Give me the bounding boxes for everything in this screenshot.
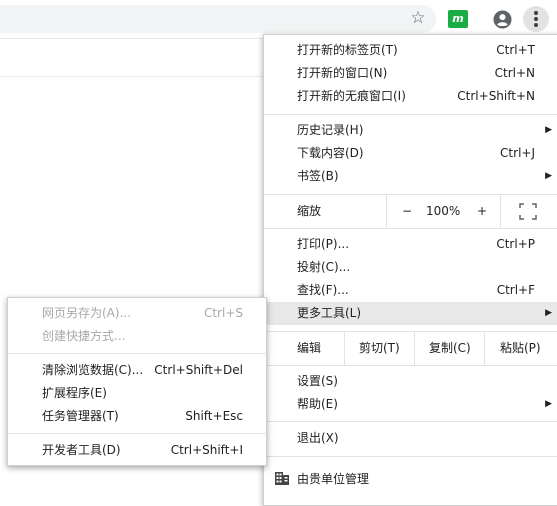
page-area: [0, 39, 270, 76]
menu-item-label: 打印(P)...: [297, 237, 350, 251]
divider: [500, 195, 501, 228]
menu-item-label: 打开新的窗口(N): [297, 66, 388, 80]
menu-item-label: 更多工具(L): [297, 306, 362, 320]
divider: [414, 332, 415, 365]
menu-item-find[interactable]: 查找(F)... Ctrl+F: [264, 279, 557, 302]
menu-separator: [264, 456, 557, 457]
menu-item-label: 由贵单位管理: [297, 472, 370, 486]
edit-label: 编辑: [297, 341, 322, 355]
menu-item-new-tab[interactable]: 打开新的标签页(T) Ctrl+T: [264, 39, 557, 62]
account-icon[interactable]: [493, 10, 512, 29]
menu-item-shortcut: Ctrl+Shift+Del: [154, 363, 243, 377]
menu-item-shortcut: Ctrl+N: [494, 66, 535, 80]
menu-item-label: 扩展程序(E): [42, 386, 107, 400]
menu-item-label: 打开新的标签页(T): [297, 43, 398, 57]
menu-item-label: 历史记录(H): [297, 123, 364, 137]
edit-row: 编辑 剪切(T) 复制(C) 粘贴(P): [264, 332, 557, 365]
chevron-right-icon: ▶: [545, 399, 552, 409]
menu-item-label: 下载内容(D): [297, 146, 364, 160]
menu-item-bookmarks[interactable]: 书签(B) ▶: [264, 165, 557, 188]
menu-item-cast[interactable]: 投射(C)...: [264, 256, 557, 279]
menu-item-label: 清除浏览数据(C)...: [42, 363, 144, 377]
zoom-in-button[interactable]: +: [477, 195, 487, 228]
address-bar[interactable]: [0, 5, 436, 33]
menu-item-downloads[interactable]: 下载内容(D) Ctrl+J: [264, 142, 557, 165]
menu-item-label: 开发者工具(D): [42, 443, 121, 457]
menu-item-shortcut: Ctrl+T: [496, 43, 535, 57]
menu-item-exit[interactable]: 退出(X): [264, 427, 557, 450]
menu-separator: [8, 353, 266, 354]
menu-item-shortcut: Ctrl+F: [496, 283, 535, 297]
menu-item-new-window[interactable]: 打开新的窗口(N) Ctrl+N: [264, 62, 557, 85]
chrome-main-menu: 打开新的标签页(T) Ctrl+T 打开新的窗口(N) Ctrl+N 打开新的无…: [263, 34, 557, 506]
menu-item-print[interactable]: 打印(P)... Ctrl+P: [264, 233, 557, 256]
menu-separator: [264, 421, 557, 422]
submenu-item-dev-tools[interactable]: 开发者工具(D) Ctrl+Shift+I: [8, 439, 266, 462]
managed-by-org[interactable]: 由贵单位管理: [264, 464, 557, 494]
submenu-item-create-shortcut[interactable]: 创建快捷方式...: [8, 325, 266, 348]
menu-item-shortcut: Ctrl+Shift+N: [457, 89, 535, 103]
paste-button[interactable]: 粘贴(P): [500, 332, 541, 365]
menu-item-label: 设置(S): [297, 374, 338, 388]
menu-item-label: 书签(B): [297, 169, 339, 183]
zoom-level: 100%: [426, 204, 461, 218]
menu-item-label: 网页另存为(A)...: [42, 306, 132, 320]
submenu-item-clear-data[interactable]: 清除浏览数据(C)... Ctrl+Shift+Del: [8, 359, 266, 382]
menu-separator: [264, 365, 557, 366]
chevron-right-icon: ▶: [545, 308, 552, 318]
zoom-row: 缩放 − 100% +: [264, 195, 557, 228]
divider: [386, 195, 387, 228]
menu-item-shortcut: Ctrl+P: [496, 237, 535, 251]
menu-item-new-incognito[interactable]: 打开新的无痕窗口(I) Ctrl+Shift+N: [264, 85, 557, 108]
menu-item-label: 退出(X): [297, 431, 339, 445]
menu-item-history[interactable]: 历史记录(H) ▶: [264, 119, 557, 142]
divider: [0, 76, 270, 77]
menu-item-shortcut: Shift+Esc: [185, 409, 243, 423]
menu-item-label: 投射(C)...: [297, 260, 351, 274]
menu-item-shortcut: Ctrl+J: [500, 146, 535, 160]
menu-separator: [264, 114, 557, 115]
star-icon[interactable]: ☆: [407, 7, 429, 29]
menu-item-help[interactable]: 帮助(E) ▶: [264, 393, 557, 416]
menu-item-label: 任务管理器(T): [42, 409, 119, 423]
menu-item-settings[interactable]: 设置(S): [264, 370, 557, 393]
zoom-out-button[interactable]: −: [402, 195, 412, 228]
submenu-item-extensions[interactable]: 扩展程序(E): [8, 382, 266, 405]
building-icon: [275, 472, 289, 485]
menu-item-label: 查找(F)...: [297, 283, 349, 297]
submenu-item-task-manager[interactable]: 任务管理器(T) Shift+Esc: [8, 405, 266, 428]
chevron-right-icon: ▶: [545, 171, 552, 181]
chevron-right-icon: ▶: [545, 125, 552, 135]
submenu-item-save-page[interactable]: 网页另存为(A)... Ctrl+S: [8, 302, 266, 325]
menu-separator: [8, 433, 266, 434]
menu-item-label: 帮助(E): [297, 397, 338, 411]
menu-separator: [264, 228, 557, 229]
zoom-label: 缩放: [297, 204, 322, 218]
extension-icon[interactable]: m: [448, 10, 468, 28]
more-vert-icon[interactable]: [523, 6, 549, 32]
menu-item-shortcut: Ctrl+S: [203, 306, 243, 320]
menu-item-more-tools[interactable]: 更多工具(L) ▶: [264, 302, 557, 325]
divider: [484, 332, 485, 365]
menu-item-shortcut: Ctrl+Shift+I: [170, 443, 243, 457]
menu-item-label: 打开新的无痕窗口(I): [297, 89, 406, 103]
copy-button[interactable]: 复制(C): [429, 332, 471, 365]
fullscreen-icon[interactable]: [519, 203, 537, 220]
more-tools-submenu: 网页另存为(A)... Ctrl+S 创建快捷方式... 清除浏览数据(C)..…: [7, 297, 267, 466]
cut-button[interactable]: 剪切(T): [359, 332, 400, 365]
divider: [344, 332, 345, 365]
menu-item-label: 创建快捷方式...: [42, 329, 126, 343]
